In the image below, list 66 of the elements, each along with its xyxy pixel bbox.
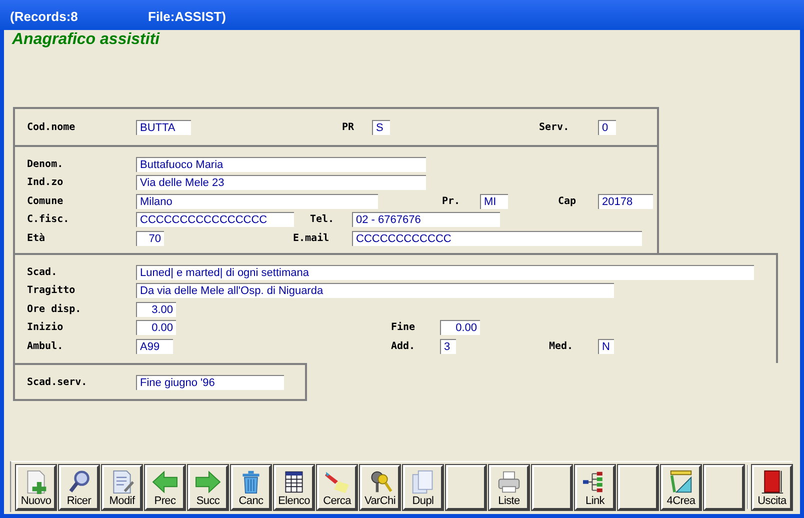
right-arrow-icon: [194, 470, 222, 494]
field-label: Cod.nome: [27, 122, 76, 132]
field-label: Inizio: [27, 322, 64, 333]
field-label: Serv.: [539, 122, 570, 132]
field-label: Tel.: [310, 214, 336, 225]
field-label: Tragitto: [27, 285, 76, 296]
input-field[interactable]: Luned| e marted| di ogni settimana: [136, 264, 754, 280]
toolbar-button[interactable]: Dupl: [403, 464, 443, 510]
toolbar-button[interactable]: Cerca: [317, 464, 357, 510]
field-label: Ind.zo: [27, 177, 64, 188]
input-field[interactable]: A99: [136, 338, 173, 354]
input-field[interactable]: 3: [440, 338, 456, 354]
flashlight-icon: [323, 470, 351, 494]
form-title: Anagrafico assistiti: [12, 31, 161, 50]
file-name: File:ASSIST): [148, 8, 226, 24]
toolbar-button[interactable]: VarChi: [360, 464, 400, 510]
input-field[interactable]: CCCCCCCCCCCCCCCC: [136, 212, 294, 227]
field-label: Ore disp.: [27, 304, 82, 314]
input-field[interactable]: CCCCCCCCCCCC: [352, 230, 642, 246]
toolbar-button[interactable]: Liste: [489, 464, 529, 510]
empty-toolbar-button[interactable]: [446, 464, 486, 510]
input-field[interactable]: 20178: [598, 194, 653, 208]
field-label: Scad.serv.: [27, 376, 88, 388]
field-label: Cap: [558, 196, 578, 206]
toolbar-button[interactable]: Elenco: [274, 464, 314, 510]
toolbar-button[interactable]: Canc: [231, 464, 271, 510]
field-label: Pr.: [442, 196, 462, 206]
toolbar-button[interactable]: Modif: [102, 464, 142, 510]
input-field[interactable]: 3.00: [136, 302, 176, 316]
toolbar-button[interactable]: 4Crea: [661, 464, 701, 510]
field-label: Denom.: [27, 158, 64, 170]
input-field[interactable]: Milano: [136, 194, 378, 208]
left-arrow-icon: [151, 470, 179, 494]
field-label: Fine: [391, 322, 416, 333]
field-label: Med.: [549, 340, 574, 352]
field-label: PR: [342, 122, 356, 132]
field-label: Ambul.: [27, 340, 64, 352]
records-count: (Records:8: [10, 8, 79, 24]
field-label: Scad.: [27, 266, 58, 278]
input-field[interactable]: BUTTA: [136, 120, 191, 134]
input-field[interactable]: S: [372, 120, 390, 134]
input-field[interactable]: N: [598, 338, 614, 354]
empty-toolbar-button[interactable]: [532, 464, 572, 510]
input-field[interactable]: 0: [598, 120, 616, 134]
field-label: C.fisc.: [27, 214, 70, 225]
field-label: Comune: [27, 196, 64, 206]
toolbar-button[interactable]: Ricer: [59, 464, 99, 510]
input-field[interactable]: Via delle Mele 23: [136, 175, 426, 190]
input-field[interactable]: MI: [480, 194, 508, 208]
field-label: E.mail: [293, 232, 330, 244]
toolbar-button[interactable]: Succ: [188, 464, 228, 510]
field-label: Età: [27, 232, 46, 244]
empty-toolbar-button[interactable]: [704, 464, 744, 510]
toolbar-button[interactable]: Uscita: [752, 464, 792, 510]
empty-toolbar-button[interactable]: [618, 464, 658, 510]
field-label: Add.: [391, 340, 416, 352]
input-field[interactable]: Buttafuoco Maria: [136, 156, 426, 172]
input-field[interactable]: Fine giugno '96: [136, 374, 284, 390]
input-field[interactable]: 70: [136, 230, 164, 246]
toolbar-button[interactable]: Link: [575, 464, 615, 510]
input-field[interactable]: 0.00: [440, 320, 480, 335]
input-field[interactable]: 0.00: [136, 320, 176, 335]
toolbar-button[interactable]: Nuovo: [16, 464, 56, 510]
toolbar-button[interactable]: Prec: [145, 464, 185, 510]
input-field[interactable]: 02 - 6767676: [352, 212, 500, 227]
input-field[interactable]: Da via delle Mele all'Osp. di Niguarda: [136, 283, 614, 298]
